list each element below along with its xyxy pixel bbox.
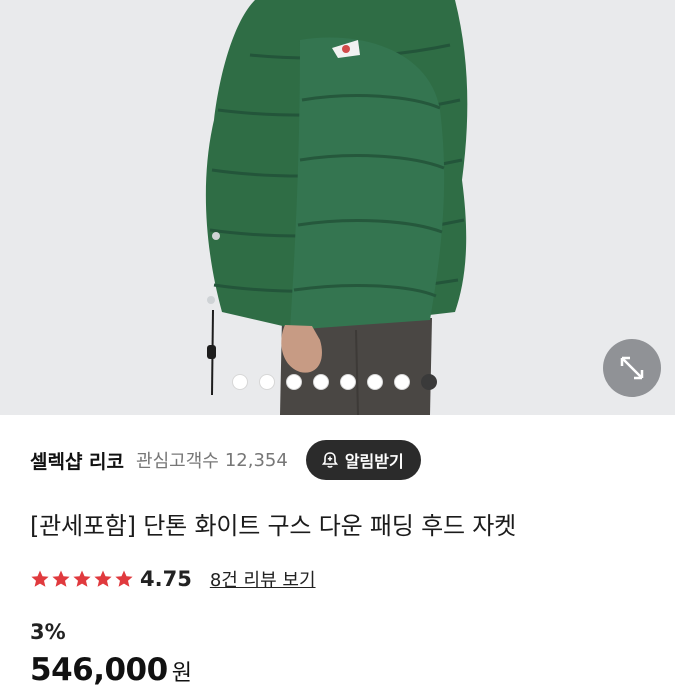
gallery-dot[interactable] — [421, 374, 437, 390]
notify-button[interactable]: 알림받기 — [305, 440, 421, 480]
gallery-pagination-dots — [232, 373, 437, 391]
price-value: 546,000 — [30, 652, 168, 688]
price-row: 546,000 원 — [30, 652, 192, 688]
product-photo — [0, 0, 675, 415]
gallery-dot[interactable] — [232, 374, 248, 390]
star-icon — [31, 570, 49, 587]
favorites-label: 관심고객수 — [136, 451, 219, 472]
gallery-dot[interactable] — [286, 374, 302, 390]
product-image-gallery[interactable] — [0, 0, 675, 415]
price-currency: 원 — [171, 661, 192, 686]
favorites-count: 12,354 — [224, 449, 288, 471]
rating-value: 4.75 — [140, 567, 192, 591]
gallery-dot[interactable] — [313, 374, 329, 390]
gallery-dot[interactable] — [367, 374, 383, 390]
product-title: [관세포함] 단톤 화이트 구스 다운 패딩 후드 자켓 — [30, 512, 517, 540]
shop-info-row: 셀렉샵 리코 관심고객수 12,354 알림받기 — [30, 440, 650, 480]
expand-arrows-icon — [620, 356, 644, 380]
shop-name[interactable]: 셀렉샵 리코 — [30, 447, 124, 474]
star-icon — [73, 570, 91, 587]
gallery-dot[interactable] — [259, 374, 275, 390]
review-link[interactable]: 8건 리뷰 보기 — [210, 566, 316, 592]
star-icon — [94, 570, 112, 587]
star-icon — [115, 570, 133, 587]
rating-stars — [30, 569, 134, 589]
star-icon — [52, 570, 70, 587]
gallery-dot[interactable] — [340, 374, 356, 390]
discount-rate: 3% — [30, 620, 66, 644]
bell-plus-icon — [321, 452, 338, 468]
rating-row: 4.75 8건 리뷰 보기 — [30, 564, 316, 594]
expand-image-button[interactable] — [603, 339, 661, 397]
notify-label: 알림받기 — [344, 452, 404, 471]
gallery-dot[interactable] — [394, 374, 410, 390]
